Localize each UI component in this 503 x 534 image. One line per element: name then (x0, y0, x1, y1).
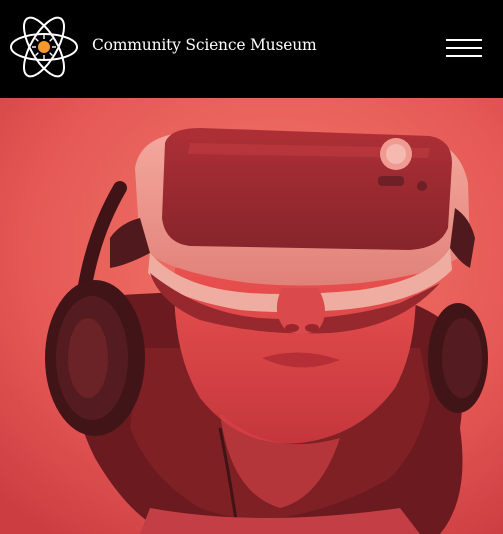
site-title[interactable]: Community Science Museum (92, 36, 317, 54)
page: Community Science Museum (0, 0, 503, 534)
atom-logo-icon[interactable] (8, 13, 80, 81)
site-header: Community Science Museum (0, 0, 503, 98)
hamburger-menu-icon[interactable] (446, 37, 484, 61)
hero-image (0, 98, 503, 534)
